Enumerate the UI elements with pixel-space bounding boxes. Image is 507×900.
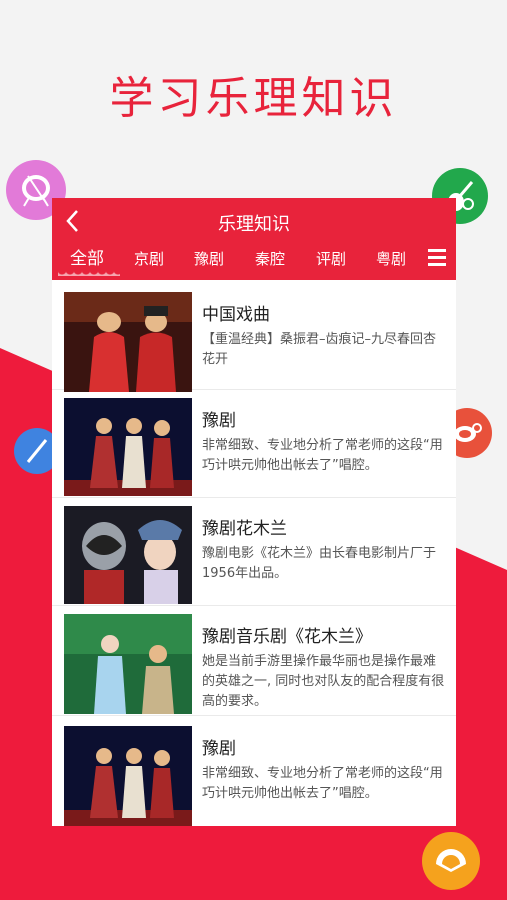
item-description: 豫剧电影《花木兰》由长春电影制片厂于1956年出品。 — [202, 546, 437, 581]
item-description: 非常细致、专业地分析了常老师的这段“用巧计哄元帅他出帐去了”唱腔。 — [202, 766, 443, 801]
fan-icon — [436, 849, 466, 872]
flute-icon — [26, 439, 48, 463]
item-description: 【重温经典】桑振君–齿痕记–九尽春回杏花开 — [202, 332, 437, 367]
item-title: 中国戏曲 — [202, 305, 270, 325]
list-item[interactable]: 豫剧 非常细致、专业地分析了常老师的这段“用巧计哄元帅他出帐去了”唱腔。 — [52, 716, 456, 826]
thumbnail-image — [64, 506, 192, 604]
thumbnail-image — [64, 726, 192, 826]
item-title: 豫剧音乐剧《花木兰》 — [202, 627, 372, 647]
tab-pingju[interactable]: 评剧 — [316, 248, 346, 269]
list-item[interactable]: 中国戏曲 【重温经典】桑振君–齿痕记–九尽春回杏花开 — [52, 280, 456, 392]
item-title: 豫剧 — [202, 739, 236, 759]
active-tab-decoration — [58, 270, 120, 276]
tab-all[interactable]: 全部 — [70, 244, 104, 269]
page-headline: 学习乐理知识 — [109, 73, 398, 124]
item-description: 非常细致、专业地分析了常老师的这段“用巧计哄元帅他出帐去了”唱腔。 — [202, 438, 443, 473]
app-title: 乐理知识 — [218, 214, 290, 235]
tab-yuju[interactable]: 豫剧 — [194, 248, 224, 269]
category-tabs: 全部 京剧 豫剧 秦腔 评剧 粤剧 — [52, 244, 456, 276]
item-title: 豫剧花木兰 — [202, 519, 287, 539]
fan-button[interactable] — [422, 832, 480, 890]
menu-icon[interactable] — [428, 248, 446, 266]
item-description: 她是当前手游里操作最华丽也是操作最难的英雄之一, 同时也对队友的配合程度有很高的… — [202, 654, 445, 709]
list-item[interactable]: 豫剧音乐剧《花木兰》 她是当前手游里操作最华丽也是操作最难的英雄之一, 同时也对… — [52, 606, 456, 716]
tab-qinqiang[interactable]: 秦腔 — [255, 248, 285, 269]
item-title: 豫剧 — [202, 411, 236, 431]
app-panel: 乐理知识 全部 京剧 豫剧 秦腔 评剧 粤剧 中国戏曲 【重温经典】桑振君–齿痕… — [52, 198, 456, 826]
article-list: 中国戏曲 【重温经典】桑振君–齿痕记–九尽春回杏花开 豫剧 非常细致、专业地分析… — [52, 280, 456, 826]
app-header: 乐理知识 全部 京剧 豫剧 秦腔 评剧 粤剧 — [52, 198, 456, 280]
tab-jingju[interactable]: 京剧 — [134, 248, 164, 269]
thumbnail-image — [64, 614, 192, 714]
list-item[interactable]: 豫剧花木兰 豫剧电影《花木兰》由长春电影制片厂于1956年出品。 — [52, 498, 456, 606]
list-item[interactable]: 豫剧 非常细致、专业地分析了常老师的这段“用巧计哄元帅他出帐去了”唱腔。 — [52, 390, 456, 498]
drum-icon — [22, 175, 50, 207]
thumbnail-image — [64, 292, 192, 392]
tab-yueju[interactable]: 粤剧 — [376, 248, 406, 269]
thumbnail-image — [64, 398, 192, 496]
